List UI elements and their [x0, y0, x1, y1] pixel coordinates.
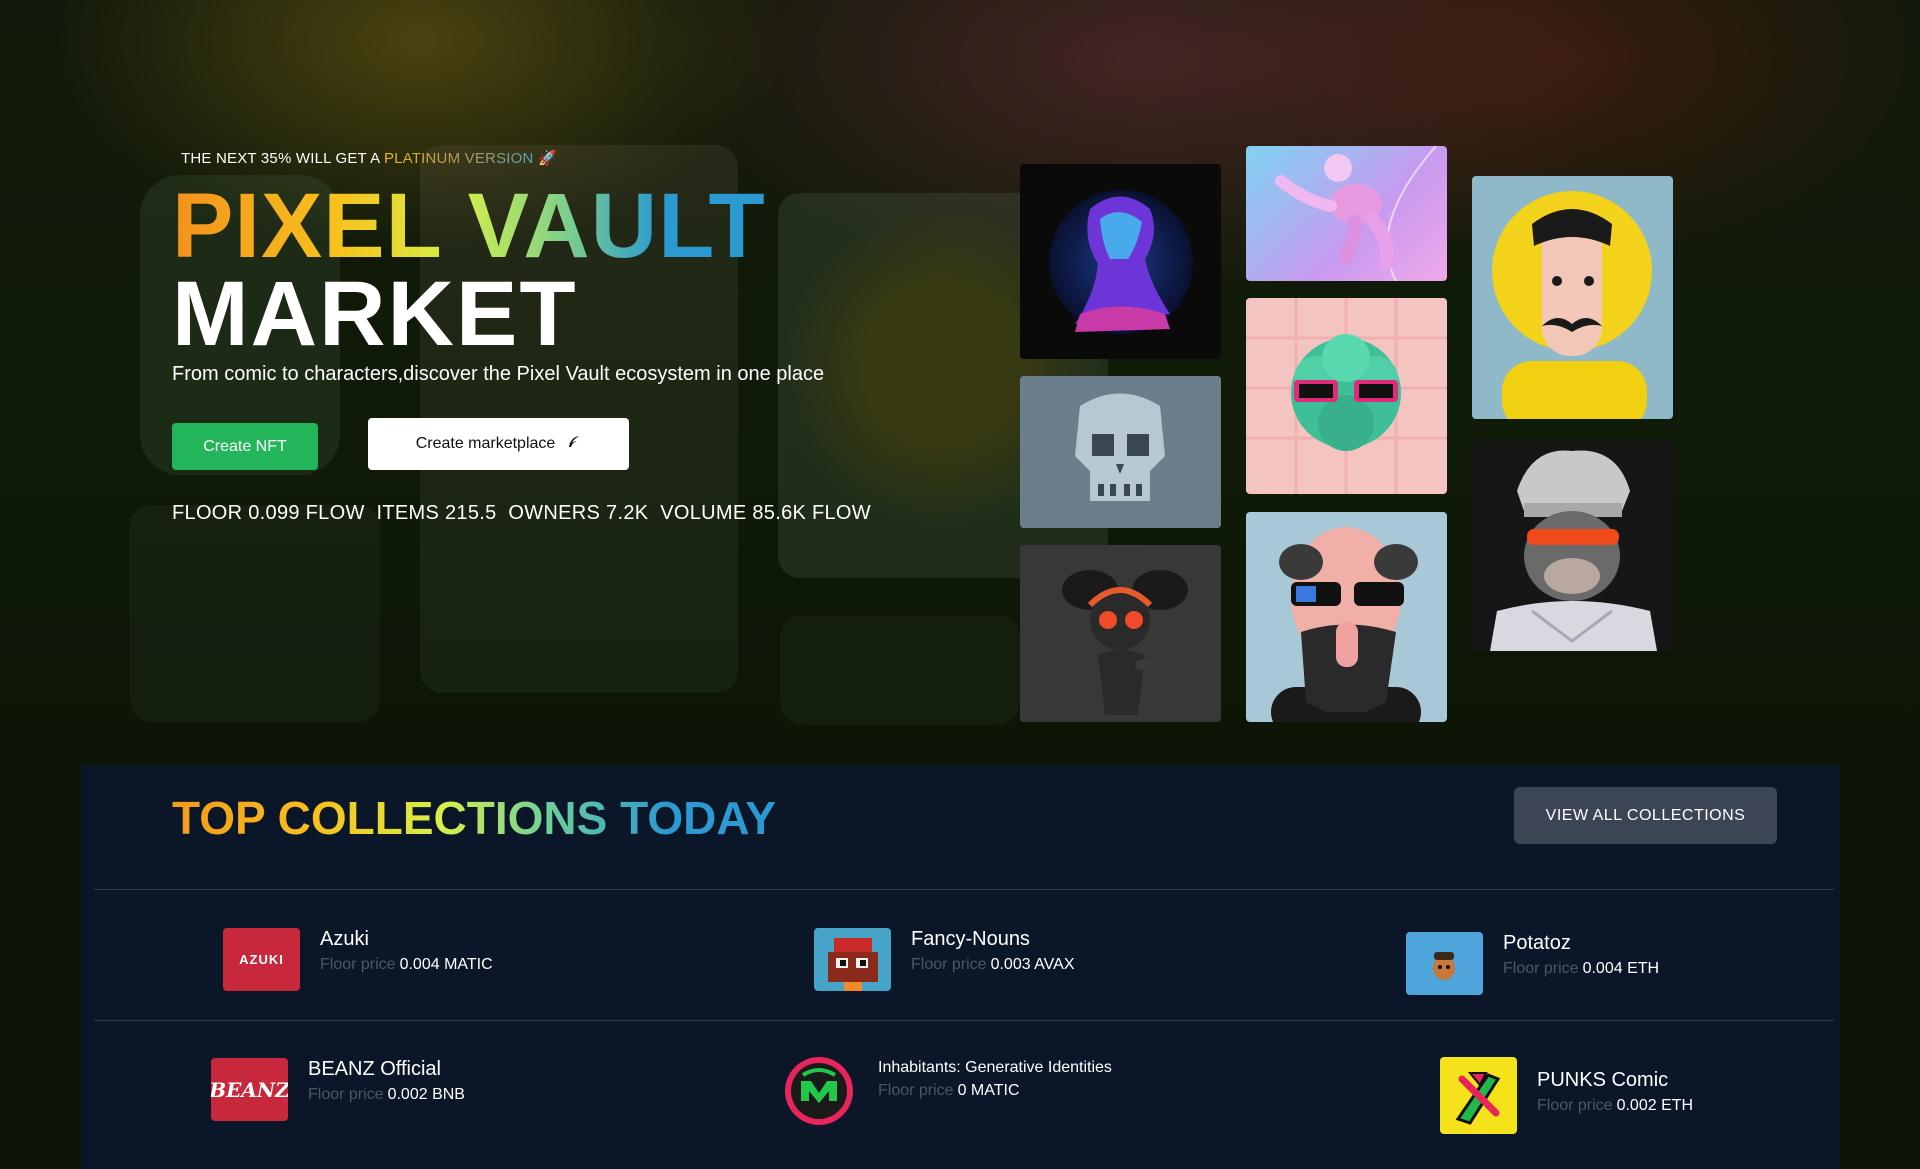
rocket-icon: 🚀 [537, 150, 557, 167]
floor-price-value: 0.002 ETH [1616, 1097, 1694, 1114]
collection-item-fancy-nouns[interactable]: Fancy-Nouns Floor price 0.003 AVAX [814, 928, 1075, 991]
feather-icon [567, 435, 581, 454]
collection-item-inhabitants[interactable]: Inhabitants: Generative Identities Floor… [781, 1053, 1112, 1130]
punks-comic-emblem-icon [1455, 1072, 1501, 1125]
background-artwork [130, 505, 380, 722]
artwork-astronaut[interactable] [1246, 146, 1447, 281]
divider [94, 889, 1834, 890]
create-marketplace-button[interactable]: Create marketplace [368, 418, 629, 470]
skull-icon [1020, 376, 1221, 528]
astronaut-icon [1275, 146, 1437, 281]
view-all-collections-button[interactable]: VIEW ALL COLLECTIONS [1514, 787, 1777, 844]
divider [94, 1020, 1834, 1021]
floor-price-value: 0.003 AVAX [990, 956, 1075, 973]
inhabitants-logo [781, 1053, 858, 1130]
artwork-bald-beard[interactable] [1246, 512, 1447, 722]
artwork-mustache-yellow[interactable] [1472, 176, 1673, 419]
collection-name: BEANZ Official [308, 1058, 441, 1080]
floor-price-value: 0.004 MATIC [399, 956, 493, 973]
collection-name: Inhabitants: Generative Identities [878, 1059, 1112, 1076]
hero-subtitle: From comic to characters,discover the Pi… [172, 363, 825, 385]
create-marketplace-label: Create marketplace [415, 435, 556, 452]
collections-title: TOP COLLECTIONS TODAY [172, 792, 777, 844]
hero-title-line2: MARKET [172, 263, 578, 365]
floor-price-label: Floor price [911, 956, 987, 973]
stat-items: ITEMS 215.5 [376, 502, 497, 524]
floor-price-label: Floor price [1503, 960, 1579, 977]
character-figure-icon [1020, 545, 1221, 722]
collection-item-azuki[interactable]: AZUKI Azuki Floor price 0.004 MATIC [223, 928, 493, 991]
floor-price-label: Floor price [1537, 1097, 1613, 1114]
artwork-pixel-skull[interactable] [1020, 376, 1221, 528]
punks-comic-logo [1440, 1057, 1517, 1134]
create-nft-button[interactable]: Create NFT [172, 423, 318, 470]
artwork-broccoli-glasses[interactable] [1246, 298, 1447, 494]
azuki-logo-text: AZUKI [239, 952, 284, 967]
character-portrait-icon [1271, 527, 1421, 722]
stat-volume: VOLUME 85.6K FLOW [660, 502, 871, 524]
beanz-logo: BEANZ [211, 1058, 288, 1121]
character-portrait-icon [1492, 191, 1652, 419]
floor-price-value: 0.002 BNB [387, 1086, 465, 1103]
stat-floor: FLOOR 0.099 FLOW [172, 502, 365, 524]
azuki-logo: AZUKI [223, 928, 300, 991]
floor-price-label: Floor price [878, 1082, 954, 1099]
top-collections-section: TOP COLLECTIONS TODAY VIEW ALL COLLECTIO… [81, 765, 1840, 1169]
promo-banner: THE NEXT 35% WILL GET A PLATINUM VERSION… [181, 149, 557, 167]
promo-text: THE NEXT 35% WILL GET A [181, 150, 380, 167]
potatoz-logo [1406, 932, 1483, 995]
inhabitants-emblem-icon [785, 1057, 853, 1125]
noun-character-icon [828, 938, 878, 991]
collection-name: Potatoz [1503, 932, 1571, 954]
hero-stats: FLOOR 0.099 FLOW ITEMS 215.5 OWNERS 7.2K… [172, 502, 871, 525]
collection-item-punks-comic[interactable]: PUNKS Comic Floor price 0.002 ETH [1440, 1057, 1693, 1134]
fancy-nouns-logo [814, 928, 891, 991]
hero-title-line1: PIXEL VAULT [172, 175, 766, 277]
ape-portrait-icon [1490, 450, 1657, 651]
artwork-chef-ape[interactable] [1472, 441, 1673, 651]
artwork-headphones-girl[interactable] [1020, 545, 1221, 722]
collection-item-beanz[interactable]: BEANZ BEANZ Official Floor price 0.002 BN… [211, 1058, 465, 1121]
broccoli-icon [1246, 298, 1447, 494]
floor-price-value: 0.004 ETH [1582, 960, 1660, 977]
floor-price-label: Floor price [308, 1086, 384, 1103]
promo-highlight: PLATINUM VERSION [383, 150, 534, 167]
artwork-neon-bust[interactable] [1020, 164, 1221, 359]
collection-name: Fancy-Nouns [911, 928, 1030, 950]
beanz-logo-text: BEANZ [211, 1077, 288, 1102]
stat-owners: OWNERS 7.2K [508, 502, 649, 524]
collection-name: Azuki [320, 928, 369, 950]
background-artwork [780, 615, 1020, 725]
collection-name: PUNKS Comic [1537, 1069, 1669, 1091]
potato-character-icon [1433, 952, 1455, 980]
collection-item-potatoz[interactable]: Potatoz Floor price 0.004 ETH [1406, 932, 1659, 995]
floor-price-label: Floor price [320, 956, 396, 973]
statue-bust-icon [1049, 190, 1193, 334]
floor-price-value: 0 MATIC [957, 1082, 1020, 1099]
